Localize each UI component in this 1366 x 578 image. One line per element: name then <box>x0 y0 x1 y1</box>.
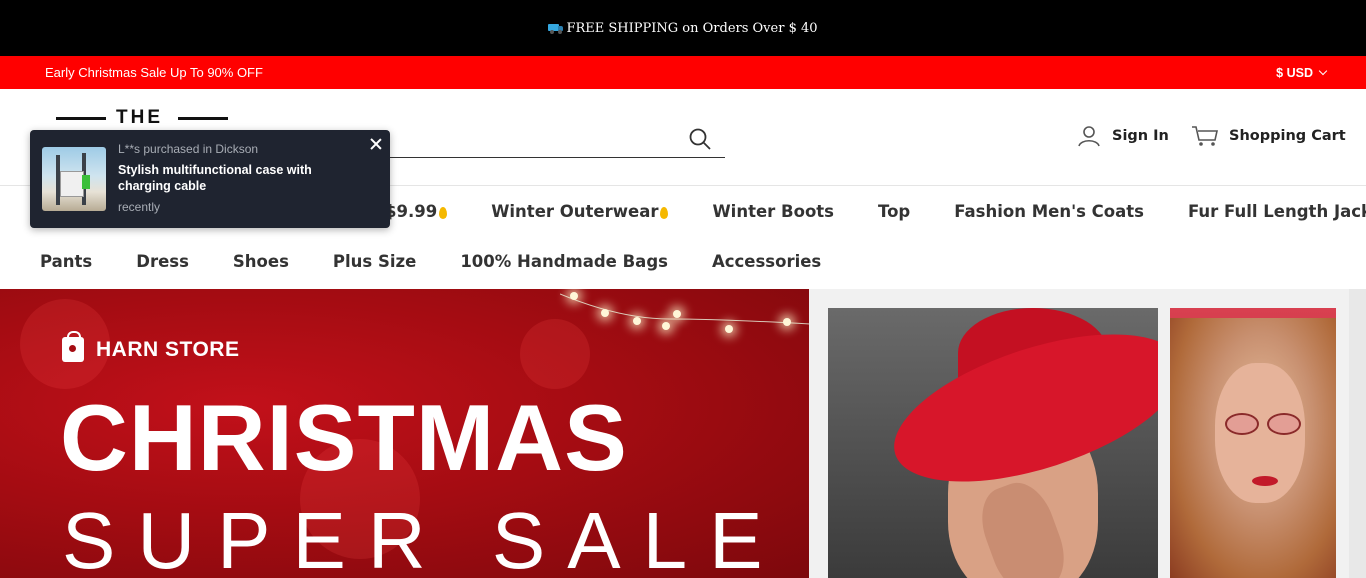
hero-headline: CHRISTMAS <box>60 385 628 490</box>
cart-icon <box>1192 126 1218 146</box>
sign-in-link[interactable]: Sign In <box>1078 125 1169 147</box>
string-lights-wire <box>560 293 811 325</box>
hero-banner[interactable]: HARN STORE CHRISTMAS SUPER SALE <box>0 289 1366 578</box>
shopping-bag-icon <box>62 331 84 362</box>
nav-item-winter-boots[interactable]: Winter Boots <box>712 202 834 221</box>
hero-subheadline: SUPER SALE <box>62 496 785 578</box>
light-bulb <box>783 318 791 326</box>
logo-the: THE <box>116 107 163 128</box>
promo-bar: Early Christmas Sale Up To 90% OFF $ USD <box>0 56 1366 89</box>
sunglasses <box>1225 413 1305 437</box>
nav-item-plus-size[interactable]: Plus Size <box>333 252 416 271</box>
product-name[interactable]: Stylish multifunctional case with chargi… <box>118 162 368 194</box>
model-lips <box>1252 476 1278 486</box>
user-icon <box>1078 126 1100 147</box>
light-bulb <box>673 310 681 318</box>
flame-icon <box>660 206 669 219</box>
sign-in-label: Sign In <box>1112 128 1169 144</box>
shipping-banner-text: FREE SHIPPING on Orders Over $ 40 <box>566 20 818 36</box>
nav-row-2: Pants Dress Shoes Plus Size 100% Handmad… <box>40 252 865 271</box>
hero-edge <box>1349 289 1366 578</box>
logo-rule-left <box>56 117 106 120</box>
nav-item-dress[interactable]: Dress <box>136 252 189 271</box>
logo-rule-right <box>178 117 228 120</box>
light-bulb <box>570 292 578 300</box>
hero-photo-panel <box>809 289 1349 578</box>
chevron-down-icon <box>1318 66 1328 75</box>
model-red-hat-photo <box>828 308 1158 578</box>
nav-item-shoes[interactable]: Shoes <box>233 252 289 271</box>
shopping-cart-link[interactable]: Shopping Cart <box>1191 125 1346 147</box>
store-name: HARN STORE <box>96 337 240 361</box>
buyer-info: L**s purchased in Dickson <box>118 142 259 156</box>
purchase-time: recently <box>118 200 161 214</box>
nav-item-9-99[interactable]: $9.99 <box>385 202 448 221</box>
light-bulb <box>662 322 670 330</box>
search-icon[interactable] <box>689 128 711 150</box>
currency-selector[interactable]: $ USD <box>1276 65 1328 80</box>
shipping-banner: FREE SHIPPING on Orders Over $ 40 <box>0 0 1366 56</box>
store-badge: HARN STORE <box>62 331 240 362</box>
close-icon[interactable] <box>368 136 384 152</box>
promo-text[interactable]: Early Christmas Sale Up To 90% OFF <box>45 65 263 80</box>
nav-row-1: $9.99 Winter Outerwear Winter Boots Top … <box>385 202 1366 221</box>
nav-item-handmade-bags[interactable]: 100% Handmade Bags <box>460 252 668 271</box>
model-glasses-photo <box>1170 308 1336 578</box>
light-bulb <box>601 309 609 317</box>
currency-label: $ USD <box>1276 65 1313 80</box>
nav-item-fur-jacket[interactable]: Fur Full Length Jacket <box>1188 202 1366 221</box>
nav-item-pants[interactable]: Pants <box>40 252 92 271</box>
light-bulb <box>725 325 733 333</box>
cart-label: Shopping Cart <box>1229 128 1346 144</box>
light-bulb <box>633 317 641 325</box>
hero-sale-panel: HARN STORE CHRISTMAS SUPER SALE <box>0 289 811 578</box>
purchase-notification[interactable]: L**s purchased in Dickson Stylish multif… <box>30 130 390 228</box>
nav-item-accessories[interactable]: Accessories <box>712 252 821 271</box>
nav-item-winter-outerwear[interactable]: Winter Outerwear <box>491 202 669 221</box>
nav-item-top[interactable]: Top <box>878 202 910 221</box>
flame-icon <box>439 206 448 219</box>
nav-item-mens-coats[interactable]: Fashion Men's Coats <box>954 202 1144 221</box>
truck-icon <box>548 23 564 34</box>
product-thumbnail[interactable] <box>42 147 106 211</box>
